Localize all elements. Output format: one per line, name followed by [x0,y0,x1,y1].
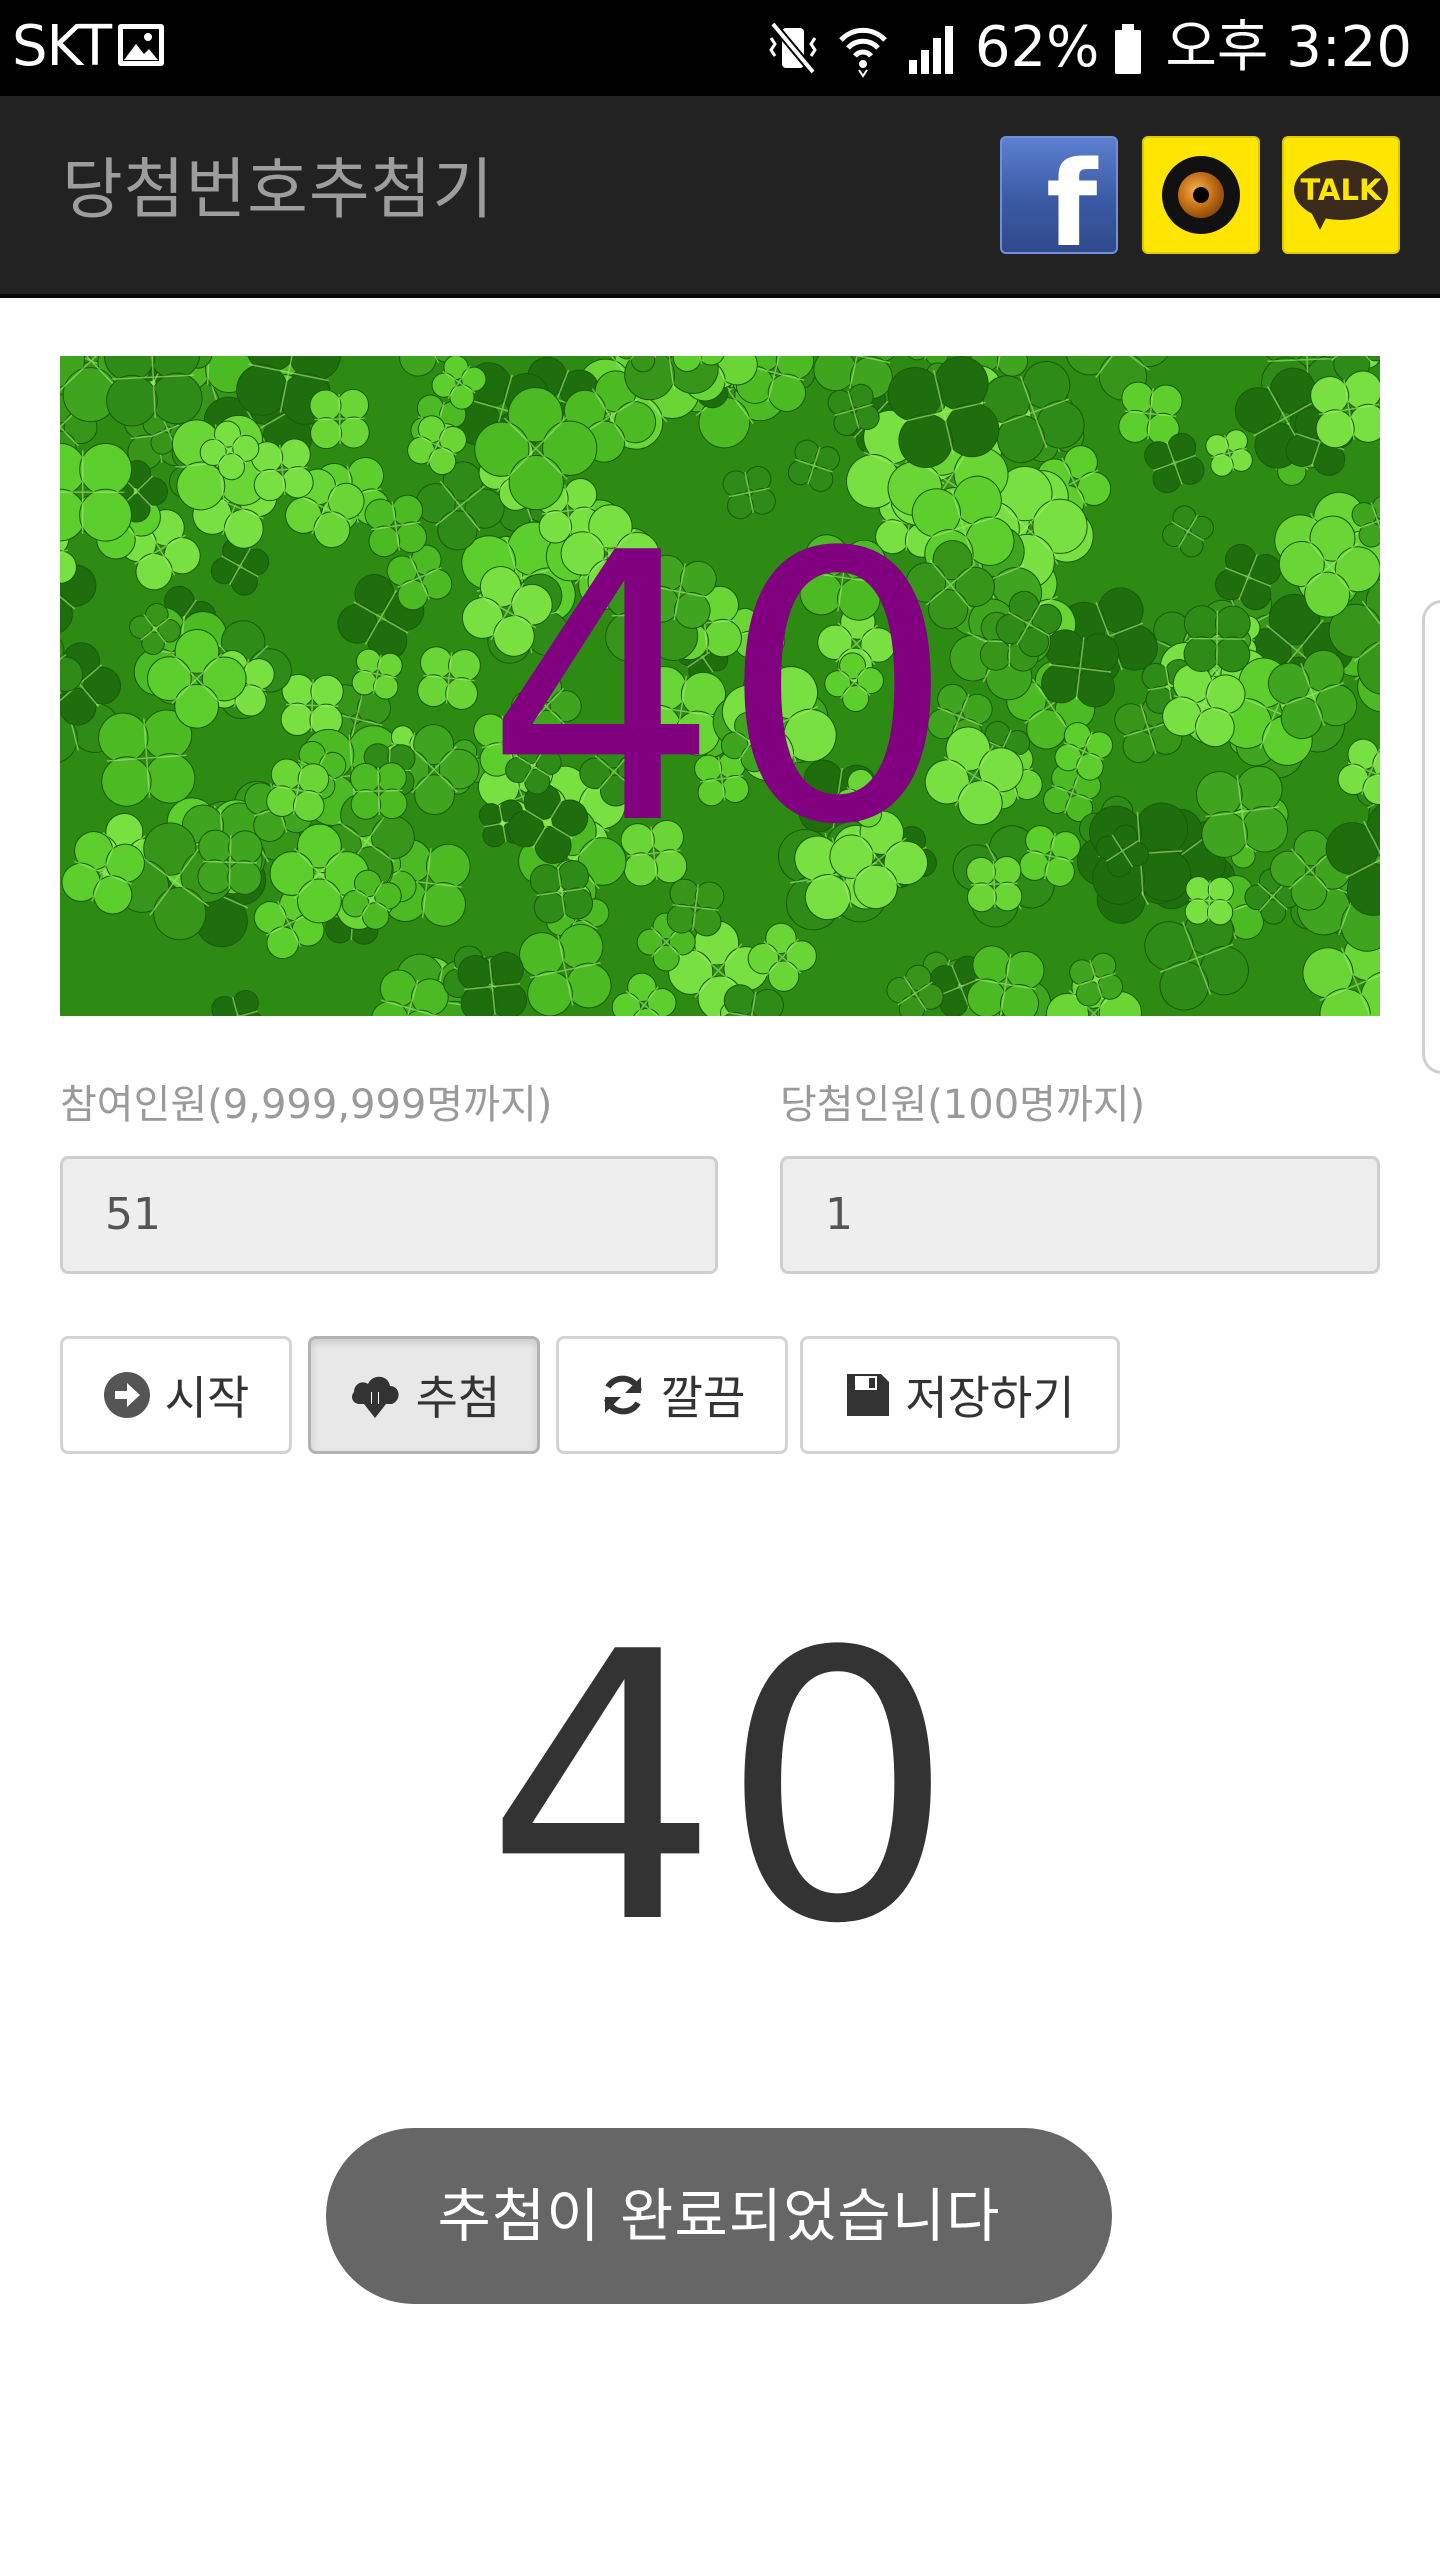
battery-icon [1115,24,1142,74]
cloud-download-icon [351,1376,399,1418]
edge-panel-handle[interactable] [1422,600,1440,1074]
facebook-icon: f [1046,136,1098,254]
arrow-circle-right-icon [103,1372,150,1418]
status-icons: 62% 오후 3:20 [765,10,1412,86]
save-button-label: 저장하기 [905,1371,1075,1425]
start-button[interactable]: 시작 [60,1336,292,1454]
start-button-label: 시작 [164,1371,250,1425]
result-number: 40 [484,1575,956,2005]
signal-icon [908,26,953,74]
draw-button[interactable]: 추첨 [308,1336,540,1454]
carrier-label: SKT [12,14,112,79]
toast-message: 추첨이 완료되었습니다 [326,2128,1112,2304]
floppy-disk-icon [847,1374,890,1416]
draw-display-panel: 40 [60,356,1380,1016]
draw-button-label: 추첨 [415,1371,501,1425]
kakaotalk-share-button[interactable]: TALK [1282,136,1400,254]
app-header: 당첨번호추첨기 f TALK [0,96,1440,298]
vibrate-icon [769,21,817,75]
clear-button-label: 깔끔 [660,1371,746,1425]
battery-percent: 62% [974,15,1100,80]
winners-label: 당첨인원(100명까지) [780,1082,1146,1128]
wifi-icon [839,27,887,78]
save-button[interactable]: 저장하기 [800,1336,1120,1454]
kakaostory-share-button[interactable] [1142,136,1260,254]
participants-label: 참여인원(9,999,999명까지) [60,1082,553,1128]
gallery-icon [118,24,164,66]
kakaostory-icon [1162,156,1240,234]
refresh-icon [603,1375,642,1415]
facebook-share-button[interactable]: f [1000,136,1118,254]
app-title[interactable]: 당첨번호추첨기 [62,140,494,240]
draw-display-number: 40 [484,476,956,906]
clear-button[interactable]: 깔끔 [556,1336,788,1454]
participants-input[interactable]: 51 [60,1156,718,1274]
winners-input[interactable]: 1 [780,1156,1380,1274]
clock: 오후 3:20 [1165,15,1412,80]
status-bar: SKT 62% 오후 3:20 [0,0,1440,96]
kakaotalk-label: TALK [1300,173,1382,207]
